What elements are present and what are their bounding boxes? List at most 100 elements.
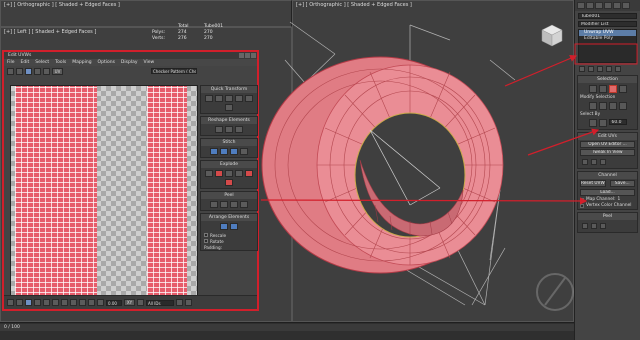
shrink-selection-icon[interactable] <box>52 299 59 306</box>
polygon-mode-icon[interactable] <box>608 85 617 93</box>
ring-icon[interactable] <box>618 102 627 110</box>
weld-icon[interactable] <box>225 170 233 177</box>
menu-options[interactable]: Options <box>98 59 115 66</box>
select-edge-icon[interactable] <box>16 299 23 306</box>
flatten-by-smoothing-icon[interactable] <box>245 170 253 177</box>
select-poly-icon[interactable] <box>25 299 32 306</box>
relax-options-icon[interactable] <box>235 126 243 133</box>
zoom-value-field[interactable]: 0.00 <box>106 299 122 306</box>
relax-icon[interactable] <box>225 126 233 133</box>
peel-panel-title[interactable]: Peel <box>201 192 257 199</box>
all-ids-dropdown[interactable]: All IDs <box>146 299 174 306</box>
stitch-source-icon[interactable] <box>230 148 238 155</box>
vertex-color-channel-row[interactable]: Vertex Color Channel <box>580 203 635 208</box>
viewport-top[interactable]: [+] [ Orthographic ] [ Shaded + Edged Fa… <box>0 0 292 27</box>
display-tab-icon[interactable] <box>613 2 621 9</box>
quick-peel-icon[interactable] <box>210 201 218 208</box>
rotate-cw-icon[interactable] <box>235 95 243 102</box>
peel-relax-icon[interactable] <box>600 223 606 229</box>
zoom-icon[interactable] <box>185 299 192 306</box>
align-y-icon[interactable] <box>215 95 223 102</box>
channel-title[interactable]: Channel <box>578 172 637 179</box>
create-tab-icon[interactable] <box>577 2 585 9</box>
selection-rollout-title[interactable]: Selection <box>578 76 637 83</box>
uv-cluster[interactable] <box>15 86 97 296</box>
element-mode-icon[interactable] <box>618 85 627 93</box>
motion-tab-icon[interactable] <box>604 2 612 9</box>
grow-icon[interactable] <box>588 102 597 110</box>
shrink-icon[interactable] <box>598 102 607 110</box>
minimize-icon[interactable] <box>239 53 244 58</box>
uv-editor-titlebar[interactable]: Edit UVWs <box>4 52 257 59</box>
modifier-list-dropdown[interactable]: Modifier List <box>578 21 637 27</box>
flatten-by-material-icon[interactable] <box>225 179 233 186</box>
lock-selection-icon[interactable] <box>137 299 144 306</box>
map-channel-row[interactable]: Map Channel: 1 <box>580 197 635 202</box>
uv-editor-window[interactable]: Edit UVWs File Edit Select Tools Mapping… <box>2 50 259 311</box>
select-element-icon[interactable] <box>34 299 41 306</box>
peel-pelt-icon[interactable] <box>591 223 597 229</box>
remove-modifier-icon[interactable] <box>606 66 612 72</box>
scale-icon[interactable] <box>25 67 32 75</box>
grow-selection-icon[interactable] <box>43 299 50 306</box>
stitch-title[interactable]: Stitch <box>201 139 257 146</box>
map-channel-value[interactable]: 1 <box>618 197 621 202</box>
rotate-icon[interactable] <box>16 67 23 75</box>
stack-item-editable-poly[interactable]: Editable Poly <box>579 36 636 42</box>
make-unique-icon[interactable] <box>597 66 603 72</box>
utilities-tab-icon[interactable] <box>622 2 630 9</box>
menu-edit[interactable]: Edit <box>21 59 30 66</box>
space-h-icon[interactable] <box>225 104 233 111</box>
pelt-map-icon[interactable] <box>220 201 228 208</box>
select-vertex-icon[interactable] <box>7 299 14 306</box>
tweak-in-view-button[interactable]: Tweak In View <box>580 149 635 156</box>
paint-select-icon[interactable] <box>79 299 86 306</box>
align-icon[interactable] <box>591 159 597 165</box>
uv-cluster[interactable] <box>147 86 187 296</box>
rotate-checkbox[interactable] <box>204 239 208 243</box>
menu-tools[interactable]: Tools <box>55 59 66 66</box>
reset-peel-icon[interactable] <box>230 201 238 208</box>
align-center-icon[interactable] <box>225 95 233 102</box>
straighten-icon[interactable] <box>215 126 223 133</box>
arrange-title[interactable]: Arrange Elements <box>201 214 257 221</box>
peel-quick-icon[interactable] <box>582 223 588 229</box>
flatten-icon[interactable] <box>600 159 606 165</box>
move-icon[interactable] <box>7 67 14 75</box>
peel-title[interactable]: Peel <box>578 213 637 220</box>
edge-mode-icon[interactable] <box>598 85 607 93</box>
uv-toggle[interactable]: UV <box>52 67 63 75</box>
object-name-field[interactable]: Tube001 <box>578 13 637 19</box>
soft-select-icon[interactable] <box>88 299 95 306</box>
loop-selection-icon[interactable] <box>61 299 68 306</box>
reshape-title[interactable]: Reshape Elements <box>201 117 257 124</box>
menu-view[interactable]: View <box>144 59 155 66</box>
pan-icon[interactable] <box>176 299 183 306</box>
menu-file[interactable]: File <box>7 59 15 66</box>
checker-pattern-dropdown[interactable]: Checker Pattern ( Checker ) <box>151 68 197 74</box>
quick-transform-title[interactable]: Quick Transform <box>201 86 257 93</box>
scene-tube-mesh[interactable] <box>260 0 574 322</box>
explode-title[interactable]: Explode <box>201 161 257 168</box>
select-by-element-icon[interactable] <box>588 119 597 127</box>
show-end-result-icon[interactable] <box>588 66 594 72</box>
freeform-icon[interactable] <box>34 67 41 75</box>
detach-icon[interactable] <box>215 170 223 177</box>
rotate-ccw-icon[interactable] <box>245 95 253 102</box>
stitch-average-icon[interactable] <box>220 148 228 155</box>
viewport-left-label[interactable]: [+] [ Left ] [ Shaded + Edged Faces ] <box>4 29 96 35</box>
close-icon[interactable] <box>251 53 256 58</box>
ignore-backfacing-icon[interactable] <box>598 119 607 127</box>
viewport-top-label[interactable]: [+] [ Orthographic ] [ Shaded + Edged Fa… <box>4 2 120 8</box>
modify-tab-icon[interactable] <box>586 2 594 9</box>
timeline-slider[interactable]: 0 / 100 <box>0 324 574 331</box>
pack-custom-icon[interactable] <box>230 223 238 230</box>
menu-select[interactable]: Select <box>35 59 49 66</box>
hierarchy-tab-icon[interactable] <box>595 2 603 9</box>
edit-uvs-title[interactable]: Edit UVs <box>578 133 637 140</box>
ring-selection-icon[interactable] <box>70 299 77 306</box>
configure-sets-icon[interactable] <box>615 66 621 72</box>
map-channel-radio[interactable] <box>580 197 584 202</box>
menu-display[interactable]: Display <box>121 59 138 66</box>
xy-toggle[interactable]: XY <box>124 299 135 306</box>
